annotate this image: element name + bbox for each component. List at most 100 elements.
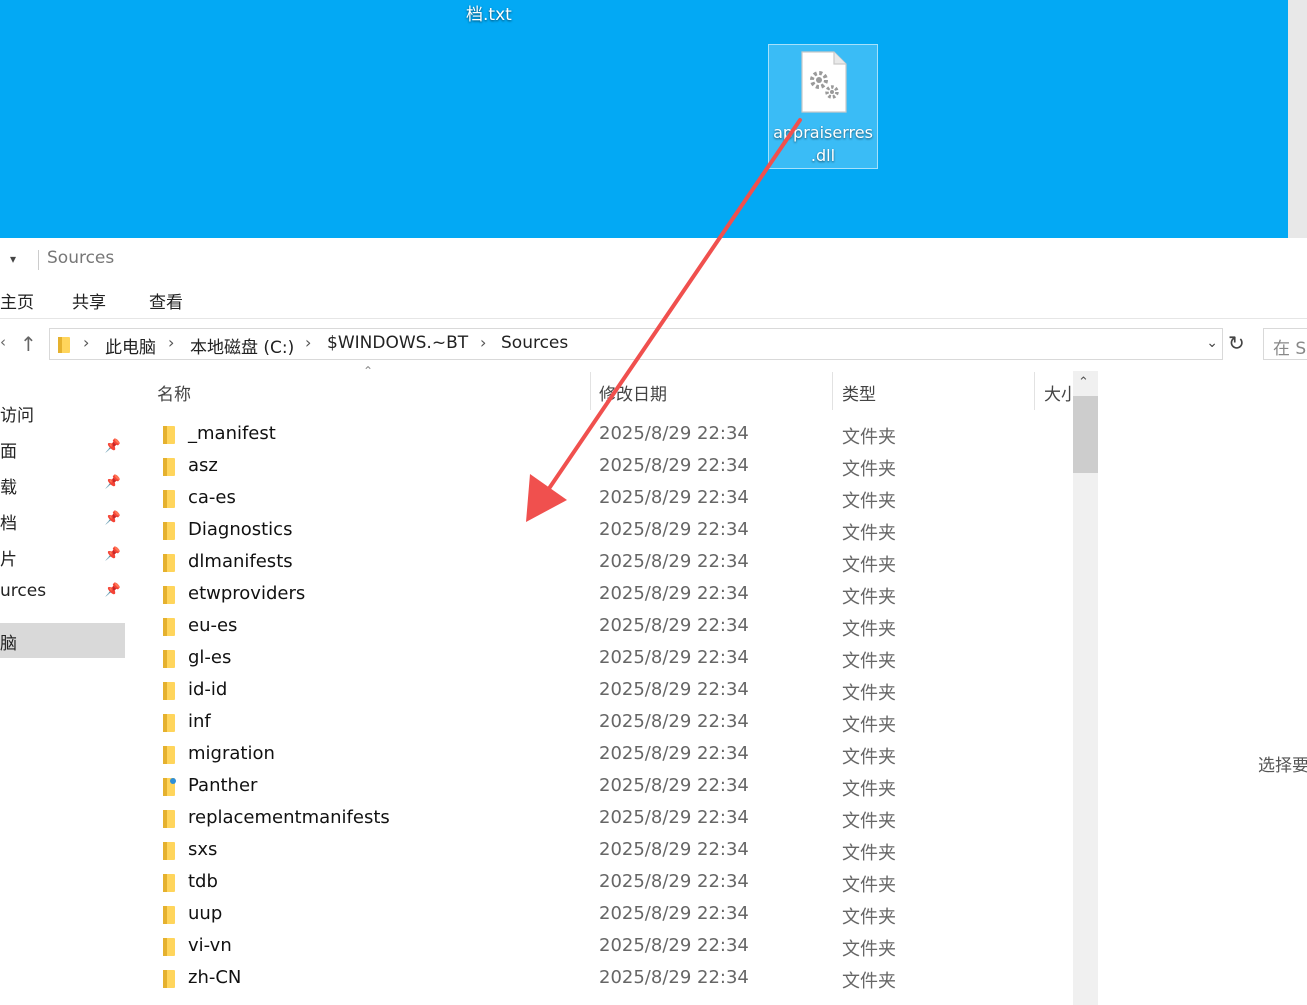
refresh-icon[interactable]: ↻	[1228, 331, 1245, 355]
folder-icon	[58, 337, 70, 353]
folder-icon	[163, 970, 175, 988]
scrollbar-thumb[interactable]	[1073, 396, 1098, 473]
file-row[interactable]: sxs 2025/8/29 22:34 文件夹	[128, 834, 1073, 866]
nav-item-sources[interactable]: urces 📌	[0, 575, 125, 610]
file-date: 2025/8/29 22:34	[599, 839, 749, 860]
file-date: 2025/8/29 22:34	[599, 903, 749, 924]
address-bar[interactable]: › 此电脑 › 本地磁盘 (C:) › $WINDOWS.~BT › Sourc…	[49, 328, 1223, 360]
column-separator[interactable]	[832, 372, 833, 410]
breadcrumb-windows-bt[interactable]: $WINDOWS.~BT	[327, 333, 468, 353]
file-date: 2025/8/29 22:34	[599, 647, 749, 668]
nav-item-label: 脑	[0, 634, 17, 654]
file-name: uup	[188, 903, 223, 924]
file-type: 文件夹	[842, 587, 896, 608]
column-header-size[interactable]: 大小	[1044, 380, 1073, 405]
file-name: dlmanifests	[188, 551, 293, 572]
file-type: 文件夹	[842, 747, 896, 768]
file-name: ca-es	[188, 487, 236, 508]
file-row[interactable]: id-id 2025/8/29 22:34 文件夹	[128, 674, 1073, 706]
file-type: 文件夹	[842, 875, 896, 896]
breadcrumb-this-pc[interactable]: 此电脑	[105, 333, 156, 358]
file-date: 2025/8/29 22:34	[599, 743, 749, 764]
file-type: 文件夹	[842, 683, 896, 704]
file-row[interactable]: eu-es 2025/8/29 22:34 文件夹	[128, 610, 1073, 642]
nav-item-label: urces	[0, 581, 47, 601]
dll-file-gear-icon	[801, 51, 847, 113]
file-row[interactable]: tdb 2025/8/29 22:34 文件夹	[128, 866, 1073, 898]
file-row[interactable]: inf 2025/8/29 22:34 文件夹	[128, 706, 1073, 738]
window-title: Sources	[47, 248, 115, 268]
file-type: 文件夹	[842, 523, 896, 544]
pin-icon: 📌	[104, 511, 121, 526]
breadcrumb-chevron-icon[interactable]: ›	[305, 333, 311, 352]
search-input[interactable]: 在 S	[1263, 328, 1307, 360]
desktop-icon-appraiserres-dll[interactable]: appraiserres .dll	[768, 44, 878, 169]
pin-icon: 📌	[104, 439, 121, 454]
file-list: ⌃ 名称 修改日期 类型 大小 _manifest 2025/8/29 22:34…	[128, 362, 1073, 1005]
folder-icon	[163, 522, 175, 540]
file-row[interactable]: gl-es 2025/8/29 22:34 文件夹	[128, 642, 1073, 674]
file-row[interactable]: etwproviders 2025/8/29 22:34 文件夹	[128, 578, 1073, 610]
file-date: 2025/8/29 22:34	[599, 967, 749, 988]
file-row[interactable]: _manifest 2025/8/29 22:34 文件夹	[128, 418, 1073, 450]
nav-item-quick-access[interactable]: 访问	[0, 395, 125, 430]
breadcrumb-sources[interactable]: Sources	[501, 333, 568, 353]
column-header-type[interactable]: 类型	[842, 380, 876, 405]
column-separator[interactable]	[590, 372, 591, 410]
tab-home[interactable]: 主页	[0, 288, 34, 313]
nav-item-desktop[interactable]: 面 📌	[0, 431, 125, 466]
column-header-date[interactable]: 修改日期	[599, 380, 667, 405]
navigation-pane: 访问 面 📌 载 📌 档 📌 片 📌 urces 📌 脑	[0, 362, 128, 1005]
quick-access-toolbar-dropdown-icon[interactable]: ▾	[10, 252, 16, 266]
file-date: 2025/8/29 22:34	[599, 807, 749, 828]
address-history-dropdown-icon[interactable]: ⌄	[1206, 335, 1218, 351]
file-row[interactable]: Diagnostics 2025/8/29 22:34 文件夹	[128, 514, 1073, 546]
column-header-name[interactable]: 名称	[157, 380, 191, 405]
nav-item-documents[interactable]: 档 📌	[0, 503, 125, 538]
file-row[interactable]: dlmanifests 2025/8/29 22:34 文件夹	[128, 546, 1073, 578]
breadcrumb-local-disk[interactable]: 本地磁盘 (C:)	[190, 333, 294, 358]
file-date: 2025/8/29 22:34	[599, 935, 749, 956]
file-type: 文件夹	[842, 427, 896, 448]
file-date: 2025/8/29 22:34	[599, 871, 749, 892]
desktop-icon-label: appraiserres .dll	[769, 121, 877, 167]
breadcrumb-chevron-icon[interactable]: ›	[480, 333, 486, 352]
file-row[interactable]: Panther 2025/8/29 22:34 文件夹	[128, 770, 1073, 802]
folder-icon	[163, 650, 175, 668]
nav-item-downloads[interactable]: 载 📌	[0, 467, 125, 502]
breadcrumb-chevron-icon[interactable]: ›	[168, 333, 174, 352]
recent-locations-icon[interactable]: ‹	[0, 333, 6, 351]
file-name: Panther	[188, 775, 258, 796]
file-type: 文件夹	[842, 459, 896, 480]
file-row[interactable]: ca-es 2025/8/29 22:34 文件夹	[128, 482, 1073, 514]
file-name: migration	[188, 743, 275, 764]
nav-item-label: 档	[0, 514, 17, 534]
file-date: 2025/8/29 22:34	[599, 711, 749, 732]
file-type: 文件夹	[842, 651, 896, 672]
breadcrumb-chevron-icon[interactable]: ›	[83, 333, 89, 352]
nav-item-this-pc[interactable]: 脑	[0, 623, 125, 658]
file-row[interactable]: zh-CN 2025/8/29 22:34 文件夹	[128, 962, 1073, 994]
file-row[interactable]: uup 2025/8/29 22:34 文件夹	[128, 898, 1073, 930]
vertical-scrollbar[interactable]: ⌃	[1073, 371, 1098, 1005]
pin-icon: 📌	[104, 475, 121, 490]
file-row[interactable]: vi-vn 2025/8/29 22:34 文件夹	[128, 930, 1073, 962]
nav-item-label: 访问	[0, 406, 34, 426]
column-separator[interactable]	[1034, 372, 1035, 410]
desktop-file-label[interactable]: 档.txt	[466, 0, 512, 25]
file-row[interactable]: asz 2025/8/29 22:34 文件夹	[128, 450, 1073, 482]
file-row[interactable]: replacementmanifests 2025/8/29 22:34 文件夹	[128, 802, 1073, 834]
file-name: id-id	[188, 679, 228, 700]
file-row[interactable]: migration 2025/8/29 22:34 文件夹	[128, 738, 1073, 770]
tab-share[interactable]: 共享	[72, 288, 106, 313]
file-name: Diagnostics	[188, 519, 293, 540]
tab-view[interactable]: 查看	[149, 288, 183, 313]
folder-icon	[163, 618, 175, 636]
up-arrow-icon[interactable]: ↑	[20, 332, 37, 356]
title-bar: ▾ Sources	[0, 238, 1307, 280]
file-type: 文件夹	[842, 619, 896, 640]
file-type: 文件夹	[842, 971, 896, 992]
nav-item-pictures[interactable]: 片 📌	[0, 539, 125, 574]
scroll-up-arrow-icon[interactable]: ⌃	[1078, 375, 1089, 390]
folder-icon	[163, 810, 175, 828]
